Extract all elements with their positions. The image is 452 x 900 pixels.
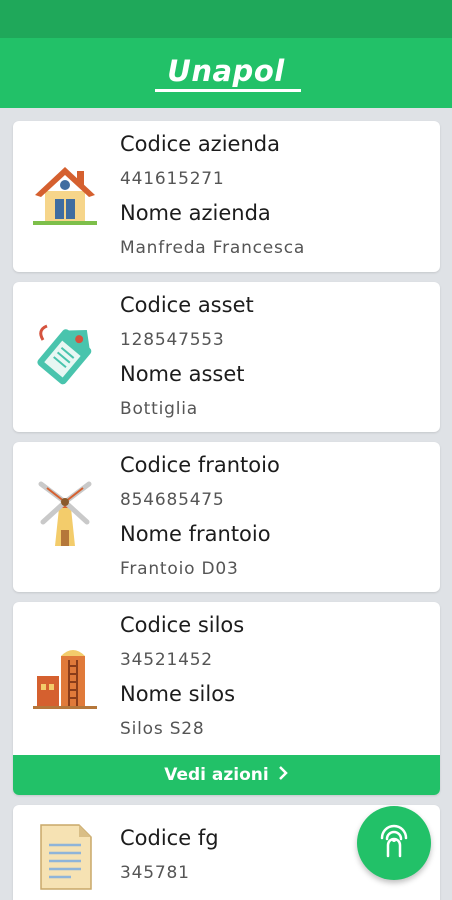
card-code-label: Codice frantoio — [120, 453, 280, 477]
nfc-scan-button[interactable] — [357, 806, 431, 880]
card-name-label: Nome azienda — [120, 201, 271, 225]
card-code-label: Codice asset — [120, 293, 254, 317]
card-code-label: Codice silos — [120, 613, 245, 637]
card-name-value: Frantoio D03 — [120, 559, 239, 579]
tag-icon — [33, 320, 97, 392]
silo-icon — [33, 642, 97, 714]
card-name-value: Silos S28 — [120, 719, 205, 739]
view-actions-button[interactable]: Vedi azioni — [13, 755, 440, 795]
card-code-value: 854685475 — [120, 490, 225, 510]
card-frantoio[interactable]: Codice frantoio 854685475 Nome frantoio … — [13, 442, 440, 592]
card-azienda[interactable]: Codice azienda 441615271 Nome azienda Ma… — [13, 121, 440, 272]
card-list[interactable]: Codice azienda 441615271 Nome azienda Ma… — [0, 108, 452, 900]
card-code-label: Codice fg — [120, 826, 219, 850]
card-name-label: Nome silos — [120, 682, 236, 706]
view-actions-label: Vedi azioni — [164, 765, 269, 785]
card-code-value: 345781 — [120, 863, 190, 883]
card-name-value: Manfreda Francesca — [120, 238, 306, 258]
card-name-label: Nome frantoio — [120, 522, 271, 546]
app-logo: Unapol — [155, 54, 302, 92]
card-code-label: Codice azienda — [120, 132, 280, 156]
card-code-value: 34521452 — [120, 650, 213, 670]
nfc-scan-icon — [377, 823, 411, 863]
card-asset[interactable]: Codice asset 128547553 Nome asset Bottig… — [13, 282, 440, 432]
chevron-right-icon — [277, 765, 289, 786]
card-name-label: Nome asset — [120, 362, 245, 386]
card-silos[interactable]: Codice silos 34521452 Nome silos Silos S… — [13, 602, 440, 795]
status-bar — [0, 0, 452, 38]
house-icon — [33, 161, 97, 233]
document-icon — [33, 821, 97, 893]
card-code-value: 441615271 — [120, 169, 225, 189]
card-code-value: 128547553 — [120, 330, 225, 350]
app-bar: Unapol — [0, 38, 452, 108]
card-name-value: Bottiglia — [120, 399, 198, 419]
windmill-icon — [33, 480, 97, 552]
